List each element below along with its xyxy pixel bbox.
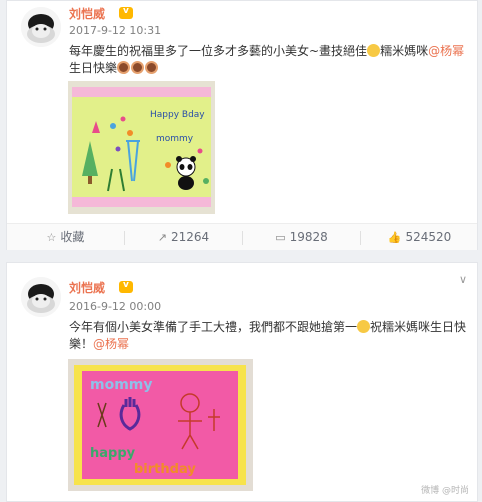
share-icon: ↗ (157, 231, 168, 244)
cake-emoji-icon (145, 61, 159, 74)
username[interactable]: 刘恺威 (69, 279, 105, 296)
post-text-body: 今年有個小美女準備了手工大禮，我們都不跟她搶第一 (69, 320, 358, 334)
card-text-line2: mommy (156, 134, 194, 144)
post-time[interactable]: 2017-9-12 10:31 (69, 24, 161, 37)
comment-icon: ▭ (275, 231, 286, 244)
repost-count: 21264 (171, 230, 210, 244)
comment-count: 19828 (289, 230, 328, 244)
post-text-line2: 生日快樂 (69, 61, 118, 75)
card-text-line1: Happy Bday (150, 110, 205, 120)
post-card: ∨ 刘恺威 2016-9-12 00:00 今年有個小美女準備了手工大禮，我們都… (6, 262, 478, 502)
verified-badge-icon (119, 280, 133, 293)
post-card: 刘恺威 2017-9-12 10:31 每年慶生的祝福里多了一位多才多藝的小美女… (6, 0, 478, 250)
action-bar: ☆ 收藏 ↗ 21264 ▭ 19828 👍 524520 (7, 223, 477, 250)
cake-emoji-icon (117, 61, 131, 74)
post-text-body-2: 糯米媽咪 (380, 44, 429, 58)
chevron-down-icon[interactable]: ∨ (459, 273, 467, 286)
like-icon: 👍 (387, 231, 402, 244)
grin-emoji-icon (367, 44, 381, 57)
username[interactable]: 刘恺威 (69, 5, 105, 22)
post-text-body-2: 祝糯米媽咪生日快 (370, 320, 467, 334)
post-text: 每年慶生的祝福里多了一位多才多藝的小美女~畫技絕佳 糯米媽咪@杨幂 生日快樂 (69, 43, 469, 77)
post-image[interactable]: Happy Bday mommy (68, 81, 215, 214)
post-text-body: 每年慶生的祝福里多了一位多才多藝的小美女~畫技絕佳 (69, 44, 368, 58)
avatar[interactable] (21, 277, 61, 317)
star-icon: ☆ (46, 231, 57, 244)
post-text-line2: 樂！ (69, 337, 94, 351)
post-image[interactable]: mommy happy birthday (68, 359, 253, 491)
post-text: 今年有個小美女準備了手工大禮，我們都不跟她搶第一 祝糯米媽咪生日快 樂！@杨幂 (69, 319, 469, 353)
favorite-label: 收藏 (60, 230, 85, 244)
card-text-line1: mommy (90, 377, 153, 393)
card-text-line3: birthday (134, 462, 196, 477)
weibo-feed: 刘恺威 2017-9-12 10:31 每年慶生的祝福里多了一位多才多藝的小美女… (0, 0, 482, 502)
repost-button[interactable]: ↗ 21264 (125, 224, 242, 251)
like-count: 524520 (405, 230, 452, 244)
card-text-line2: happy (90, 446, 136, 461)
mention-link[interactable]: @杨幂 (93, 337, 129, 351)
comment-button[interactable]: ▭ 19828 (243, 224, 360, 251)
post-time[interactable]: 2016-9-12 00:00 (69, 300, 161, 313)
mention-link[interactable]: @杨幂 (428, 44, 464, 58)
cake-emoji-icon (131, 61, 145, 74)
favorite-button[interactable]: ☆ 收藏 (7, 224, 124, 251)
like-button[interactable]: 👍 524520 (361, 224, 478, 251)
tongue-emoji-icon (357, 320, 371, 333)
verified-badge-icon (119, 6, 133, 19)
watermark: 微博 @时尚 (421, 486, 469, 496)
avatar[interactable] (21, 7, 61, 47)
